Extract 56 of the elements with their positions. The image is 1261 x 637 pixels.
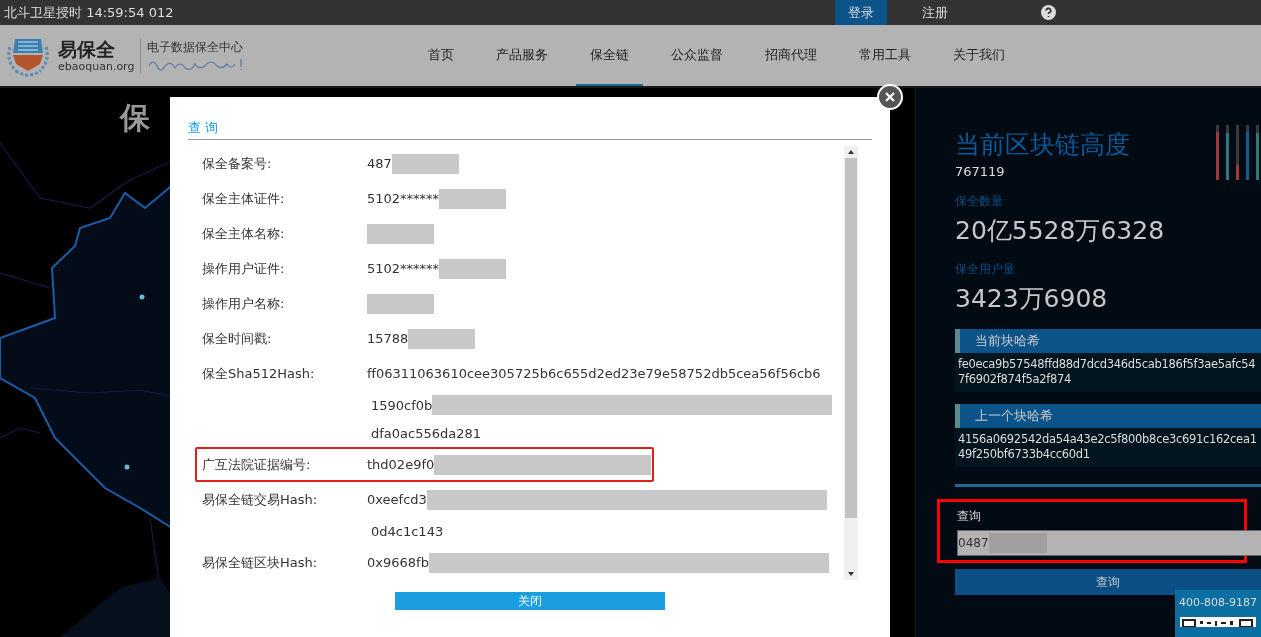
field-label: 保全时间戳:	[201, 329, 273, 348]
help-icon[interactable]	[1041, 5, 1056, 20]
nav-tab[interactable]: 关于我们	[939, 25, 1019, 86]
map-title: 保	[120, 99, 150, 137]
dialog-title: 查 询	[188, 97, 872, 140]
field-label: 易保全链区块Hash:	[201, 553, 319, 572]
field-label: 操作用户名称:	[201, 294, 286, 313]
auth-link[interactable]: 登录	[835, 0, 887, 25]
hash-header: 上一个块哈希	[955, 404, 1261, 428]
nav-tab[interactable]: 招商代理	[751, 25, 831, 86]
stat-value: 20亿5528万6328	[955, 215, 1165, 247]
search-button[interactable]: 查询	[955, 569, 1261, 595]
field-value: 0x9668fb	[367, 555, 429, 570]
hash-header: 当前块哈希	[955, 329, 1261, 353]
field-value: 5102******	[367, 261, 440, 276]
search-label: 查询	[957, 508, 982, 525]
field-value: ff06311063610cee305725b6c655d2ed23e79e58752db5cea56f56cb6	[367, 366, 821, 381]
hash-value: 4156a0692542da54a43e2c5f800b8ce3c691c162cea149f250bf6733b4cc60d1	[955, 428, 1261, 467]
stat-label: 保全用户量	[955, 261, 1015, 278]
auth-link[interactable]: 注册	[909, 0, 961, 25]
field-value: 1590cf0b	[371, 397, 433, 413]
field-label: 易保全链交易Hash:	[201, 490, 319, 509]
brand-tagline: 电子数据保全中心	[147, 39, 245, 56]
field-label: 广互法院证据编号:	[201, 455, 312, 474]
stat-title: 当前区块链高度	[955, 129, 1130, 161]
brand-name: 易保全	[58, 38, 116, 60]
nav-tab[interactable]: 保全链	[576, 25, 643, 86]
stat-label: 保全数量	[955, 193, 1003, 210]
field-label: 操作用户证件:	[201, 259, 286, 278]
field-label: 保全主体名称:	[201, 224, 286, 243]
nav-tab[interactable]: 产品服务	[482, 25, 562, 86]
block-height: 767119	[955, 164, 1005, 179]
qr-code-icon	[1180, 617, 1256, 627]
clock-text: 北斗卫星授时 14:59:54 012	[3, 3, 174, 22]
field-value: 5102******	[367, 191, 440, 206]
brand-domain: ebaoquan.org	[58, 60, 135, 73]
nav-tab[interactable]: 公众监督	[657, 25, 737, 86]
field-value: 0d4c1c143	[371, 523, 444, 539]
search-field[interactable]: 0487	[957, 530, 1261, 556]
stat-value: 3423万6908	[955, 283, 1108, 315]
close-icon[interactable]	[877, 84, 903, 110]
field-value: 15788	[367, 331, 409, 346]
phone-number: 400-808-9187	[1179, 596, 1257, 609]
nav-tab[interactable]: 常用工具	[845, 25, 925, 86]
field-value: dfa0ac556da281	[371, 425, 482, 441]
nav-tab[interactable]: 首页	[414, 25, 468, 86]
scroll-thumb[interactable]	[845, 158, 857, 518]
scrollbar[interactable]	[844, 146, 858, 580]
field-label: 保全备案号:	[201, 154, 273, 173]
level-bars-drawing	[1216, 125, 1260, 180]
field-label: 保全主体证件:	[201, 189, 286, 208]
hash-value: fe0eca9b57548ffd88d7dcd346d5cab186f5f3ae5afc547f6902f874f5a2f874	[955, 353, 1261, 392]
field-label: 保全Sha512Hash:	[201, 364, 316, 383]
field-value: 0xeefcd3	[367, 492, 427, 507]
field-value: 487	[367, 156, 392, 171]
field-value: thd02e9f0	[367, 457, 435, 472]
